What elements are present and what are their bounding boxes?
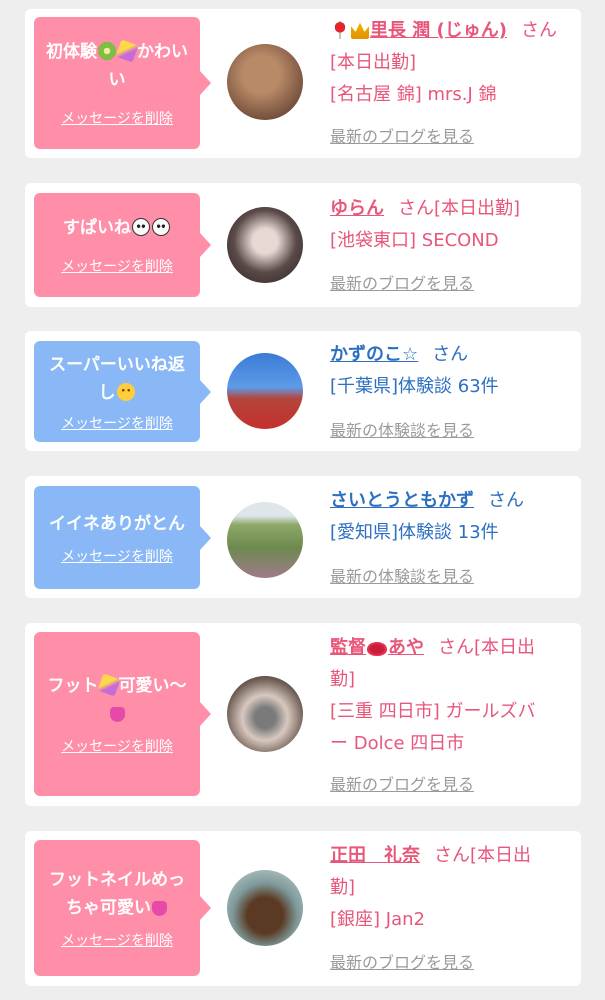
message-text: フット 可愛い〜 — [48, 672, 187, 728]
profile-info: 里長 潤 (じゅん) さん[本日出勤] [名古屋 錦] mrs.J 錦 — [330, 20, 557, 105]
crown-icon — [351, 22, 369, 39]
work-status-cont: 勤] — [330, 669, 356, 690]
location-text: [千葉県]体験談 63件 — [330, 376, 499, 397]
location-text: [三重 四日市] ガールズバ — [330, 701, 536, 722]
location-text: [銀座] Jan2 — [330, 909, 425, 930]
work-status: [本日出勤] — [434, 198, 521, 219]
delete-message-link[interactable]: メッセージを削除 — [61, 930, 173, 950]
delete-message-link[interactable]: メッセージを削除 — [61, 413, 173, 433]
delete-message-link[interactable]: メッセージを削除 — [61, 256, 173, 276]
message-bubble: イイネありがとん メッセージを削除 — [34, 486, 211, 589]
message-bubble: フットネイルめっ ちゃ可愛い メッセージを削除 — [34, 840, 211, 976]
message-card: スーパーいいね返し メッセージを削除 かずのこ☆ さん [千葉県]体験談 63件 … — [25, 331, 581, 451]
message-text: フットネイルめっ ちゃ可愛い — [49, 870, 185, 918]
latest-review-link[interactable]: 最新の体験談を見る — [330, 563, 474, 587]
message-card: すぱいね メッセージを削除 ゆらん さん[本日出勤] [池袋東口] SECOND … — [25, 183, 581, 307]
profile-name-link[interactable]: ゆらん — [330, 198, 384, 219]
sparkle-icon — [96, 673, 121, 697]
profile-name-link[interactable]: さいとうともかず — [330, 490, 474, 511]
work-status: [本日出勤] — [330, 52, 417, 73]
avatar[interactable] — [227, 44, 303, 120]
work-status: [本日出 — [470, 845, 532, 866]
location-text: [池袋東口] SECOND — [330, 230, 499, 251]
message-bubble: フット 可愛い〜 メッセージを削除 — [34, 632, 211, 796]
location-text: [名古屋 錦] mrs.J 錦 — [330, 84, 497, 105]
latest-blog-link[interactable]: 最新のブログを見る — [330, 949, 474, 973]
avatar[interactable] — [227, 502, 303, 578]
message-text: 初体験 かわいい — [42, 38, 192, 94]
message-card: フットネイルめっ ちゃ可愛い メッセージを削除 正田 礼奈 さん[本日出 勤] [銀… — [25, 831, 581, 986]
delete-message-link[interactable]: メッセージを削除 — [61, 546, 173, 566]
profile-info: さいとうともかず さん [愛知県]体験談 13件 — [330, 490, 524, 543]
latest-blog-link[interactable]: 最新のブログを見る — [330, 771, 474, 795]
profile-info: 監督 あや さん[本日出 勤] [三重 四日市] ガールズバ ー Dolce 四日市 — [330, 637, 536, 754]
smile-icon — [116, 382, 135, 401]
message-card: イイネありがとん メッセージを削除 さいとうともかず さん [愛知県]体験談 13… — [25, 476, 581, 598]
profile-name-link[interactable]: 正田 礼奈 — [330, 845, 420, 866]
lips-icon — [367, 642, 387, 656]
latest-blog-link[interactable]: 最新のブログを見る — [330, 123, 474, 147]
message-text: イイネありがとん — [49, 513, 185, 534]
profile-name-link[interactable]: かずのこ☆ — [330, 344, 418, 365]
profile-name-link[interactable]: 監督 あや — [330, 637, 424, 658]
latest-blog-link[interactable]: 最新のブログを見る — [330, 270, 474, 294]
work-status-cont: 勤] — [330, 877, 356, 898]
avatar[interactable] — [227, 676, 303, 752]
message-card: フット 可愛い〜 メッセージを削除 監督 あや さん[本日出 勤] [三重 四日市] … — [25, 623, 581, 806]
message-list: 初体験 かわいい メッセージを削除 里長 潤 (じゅん) さん[本日出勤] [名古屋… — [0, 0, 605, 1000]
delete-message-link[interactable]: メッセージを削除 — [61, 736, 173, 756]
sparkle-icon — [115, 39, 139, 63]
message-bubble: スーパーいいね返し メッセージを削除 — [34, 341, 211, 442]
profile-name-link[interactable]: 里長 潤 (じゅん) — [370, 20, 507, 41]
heart-icon — [152, 901, 167, 916]
pin-icon — [331, 21, 349, 39]
delete-message-link[interactable]: メッセージを削除 — [61, 108, 173, 128]
message-text: スーパーいいね返し — [49, 354, 185, 403]
panda-icon — [132, 218, 150, 236]
kiwi-icon — [98, 42, 116, 60]
work-status: [本日出 — [474, 637, 536, 658]
panda-icon — [152, 218, 170, 236]
message-bubble: 初体験 かわいい メッセージを削除 — [34, 17, 211, 149]
heart-icon — [109, 707, 125, 722]
message-bubble: すぱいね メッセージを削除 — [34, 193, 211, 297]
profile-info: かずのこ☆ さん [千葉県]体験談 63件 — [330, 344, 499, 397]
location-text-cont: ー Dolce 四日市 — [330, 733, 465, 754]
location-text: [愛知県]体験談 13件 — [330, 522, 499, 543]
message-card: 初体験 かわいい メッセージを削除 里長 潤 (じゅん) さん[本日出勤] [名古屋… — [25, 9, 581, 158]
avatar[interactable] — [227, 207, 303, 283]
latest-review-link[interactable]: 最新の体験談を見る — [330, 417, 474, 441]
avatar[interactable] — [227, 870, 303, 946]
profile-info: ゆらん さん[本日出勤] [池袋東口] SECOND — [330, 198, 521, 251]
avatar[interactable] — [227, 353, 303, 429]
profile-info: 正田 礼奈 さん[本日出 勤] [銀座] Jan2 — [330, 845, 532, 930]
message-text: すぱいね — [63, 214, 171, 242]
